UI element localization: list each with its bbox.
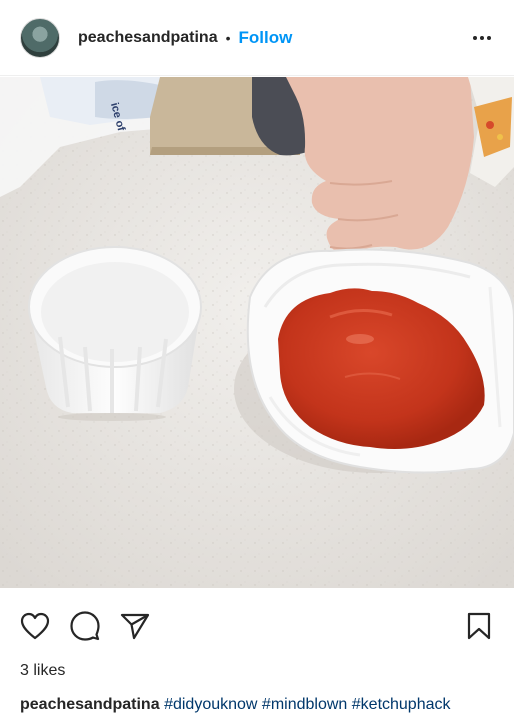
like-count[interactable]: 3 likes (20, 662, 65, 680)
flattened-cup-with-ketchup (234, 248, 514, 474)
action-bar (0, 604, 514, 648)
follow-button[interactable]: Follow (239, 28, 293, 48)
more-options-icon[interactable] (470, 26, 494, 50)
comment-icon[interactable] (69, 610, 101, 642)
hashtag[interactable]: #mindblown (262, 696, 347, 713)
send-icon[interactable] (119, 610, 151, 642)
instagram-post: peachesandpatina • Follow ice of 3 likes… (0, 0, 514, 724)
caption-username[interactable]: peachesandpatina (20, 696, 160, 713)
heart-icon[interactable] (19, 610, 51, 642)
avatar[interactable] (20, 17, 60, 58)
empty-paper-cup (28, 246, 202, 421)
post-photo[interactable]: ice of (0, 77, 514, 588)
username[interactable]: peachesandpatina (78, 29, 218, 47)
hashtag[interactable]: #ketchuphack (352, 696, 451, 713)
post-header: peachesandpatina • Follow (0, 0, 514, 76)
caption: peachesandpatina #didyouknow #mindblown … (20, 696, 451, 714)
bookmark-icon[interactable] (463, 610, 495, 642)
hashtag[interactable]: #didyouknow (164, 696, 257, 713)
separator-dot: • (225, 29, 231, 46)
